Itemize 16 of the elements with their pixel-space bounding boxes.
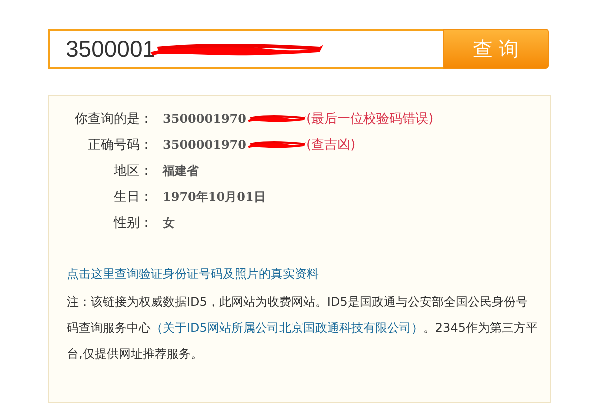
field-value: 1970年10月01日 xyxy=(163,188,266,206)
field-label: 生日： xyxy=(113,189,153,206)
field-value: 3500001970 xyxy=(163,112,246,126)
field-label: 正确号码： xyxy=(87,137,153,154)
search-field[interactable]: 3500001 xyxy=(48,29,443,69)
field-label: 性别： xyxy=(112,215,153,232)
field-label: 你查询的是： xyxy=(74,111,153,128)
verify-link[interactable]: 点击这里查询验证身份证号码及照片的真实资料 xyxy=(67,266,319,283)
field-note: (最后一位校验码错误) xyxy=(306,111,434,128)
field-value: 3500001970 xyxy=(163,138,246,152)
field-label: 地区： xyxy=(113,163,153,180)
field-value: 女 xyxy=(163,214,175,232)
note-text: 注：该链接为权威数据ID5，此网站为收费网站。ID5是国政通与公安部全国公民身份号码查询服务中心（关于ID5网站所属公司北京国政通科技有限公司）。2345作为第三方平台,仅提供网址推荐服务。 xyxy=(67,294,539,363)
field-note: (查吉凶) xyxy=(306,137,356,154)
company-link[interactable]: （关于ID5网站所属公司北京国政通科技有限公司） xyxy=(151,321,424,335)
field-value: 福建省 xyxy=(163,162,199,180)
